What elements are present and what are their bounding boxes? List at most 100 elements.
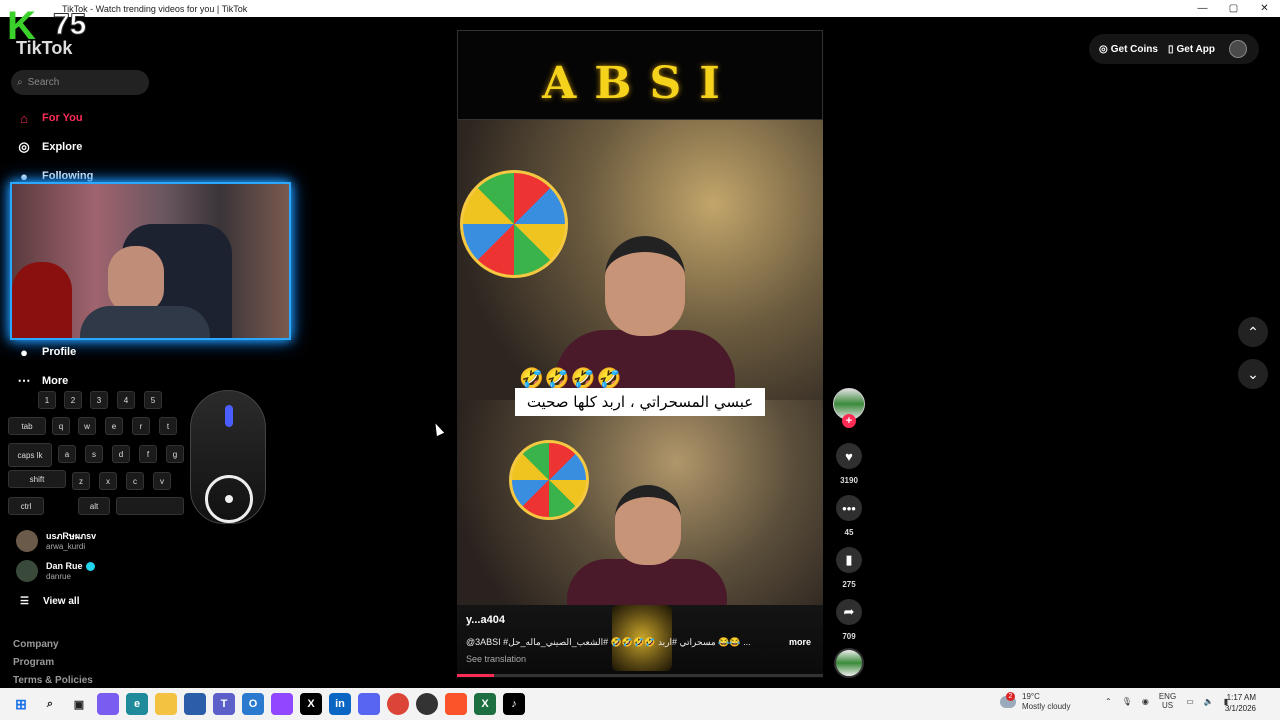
next-video-button[interactable]: ⌄ [1238, 359, 1268, 389]
key-a: a [58, 445, 76, 463]
key-q: q [52, 417, 70, 435]
comment-button[interactable]: ••• [836, 495, 862, 521]
nav-profile[interactable]: ● Profile [15, 343, 76, 361]
video-progress-bar[interactable] [457, 674, 823, 677]
location-icon[interactable]: ◉ [1142, 697, 1149, 706]
file-explorer-icon[interactable] [155, 693, 177, 715]
comment-icon: ••• [842, 500, 856, 516]
stream-logo-number: 75 [52, 8, 87, 42]
key-v: v [153, 472, 171, 490]
get-coins-label: Get Coins [1110, 43, 1158, 55]
tiktok-logo[interactable]: TikTok [16, 38, 72, 59]
like-count: 3190 [840, 476, 858, 485]
taskbar-clock[interactable]: 1:17 AM 3/1/2026 [1225, 692, 1256, 714]
nav-more[interactable]: ⋯ More [15, 372, 69, 390]
more-button[interactable]: more [789, 637, 811, 647]
avatar [16, 530, 38, 552]
footer-terms-link[interactable]: Terms & Policies [13, 675, 93, 686]
start-menu-icon[interactable]: ⊞ [10, 693, 32, 715]
chevron-up-icon: ⌃ [1247, 323, 1259, 340]
edge-icon[interactable]: e [126, 693, 148, 715]
save-button[interactable]: ▮ [836, 547, 862, 573]
maximize-button[interactable]: ▢ [1218, 0, 1249, 17]
excel-icon[interactable]: X [474, 693, 496, 715]
x-icon[interactable]: X [300, 693, 322, 715]
view-all-link[interactable]: ☰ View all [20, 596, 79, 607]
task-view-icon[interactable]: ▣ [68, 693, 90, 715]
browser-titlebar: TikTok - Watch trending videos for you |… [0, 0, 1280, 17]
twitch-icon[interactable] [271, 693, 293, 715]
list-icon: ☰ [20, 596, 29, 607]
share-button[interactable]: ➦ [836, 599, 862, 625]
language-code: ENG [1158, 692, 1177, 701]
share-count: 709 [842, 632, 856, 641]
view-all-label: View all [42, 596, 80, 607]
key-z: z [72, 472, 90, 490]
nav-for-you[interactable]: ⌂ For You [15, 109, 82, 127]
teams-icon[interactable]: T [213, 693, 235, 715]
profile-avatar[interactable] [1229, 40, 1247, 58]
comment-count: 45 [844, 528, 854, 537]
brave-icon[interactable] [445, 693, 467, 715]
like-button[interactable]: ♥ [836, 443, 862, 469]
search-input[interactable]: ⌕ Search [11, 70, 149, 95]
outlook-icon[interactable]: O [242, 693, 264, 715]
see-translation-link[interactable]: See translation [466, 654, 526, 664]
region-code: US [1161, 701, 1174, 710]
search-icon[interactable]: ⌕ [39, 693, 61, 715]
clock-time: 1:17 AM [1226, 693, 1256, 702]
video-description: @3ABSI #مسحراتي #اربد 🤣🤣🤣🤣 #الشعب_الصيني… [466, 637, 751, 647]
linkedin-icon[interactable]: in [329, 693, 351, 715]
nav-explore[interactable]: ◎ Explore [15, 138, 82, 156]
following-account[interactable]: Dan Rue danrue [16, 560, 95, 582]
footer-program-link[interactable]: Program [13, 657, 54, 668]
minimize-button[interactable]: — [1187, 0, 1218, 17]
get-coins-button[interactable]: ◎ Get Coins [1099, 44, 1158, 55]
close-button[interactable]: ✕ [1249, 0, 1280, 17]
key-3: 3 [90, 391, 108, 409]
weather-widget[interactable]: 2 19°C Mostly cloudy [1000, 692, 1070, 712]
discord-icon[interactable] [358, 693, 380, 715]
prize-wheel-image [509, 440, 589, 520]
language-indicator[interactable]: ENG US [1159, 692, 1176, 710]
follow-button[interactable]: + [842, 414, 856, 428]
webcam-person-head [108, 246, 164, 312]
clock-date: 3/1/2026 [1224, 704, 1256, 713]
home-icon: ⌂ [20, 110, 28, 126]
chrome-icon[interactable] [387, 693, 409, 715]
cloud-icon: 2 [1000, 692, 1016, 708]
key-t: t [159, 417, 177, 435]
key-e: e [105, 417, 123, 435]
key-c: c [126, 472, 144, 490]
key-4: 4 [117, 391, 135, 409]
store-icon[interactable] [184, 693, 206, 715]
mouse-wheel [225, 405, 233, 427]
key-1: 1 [38, 391, 56, 409]
key-r: r [132, 417, 150, 435]
search-icon: ⌕ [17, 77, 23, 88]
mouse-dot [225, 495, 233, 503]
microphone-icon[interactable]: 🎙 [1122, 697, 1132, 706]
following-account[interactable]: usภRษผภsv arwa_kurdi [16, 530, 96, 552]
previous-video-button[interactable]: ⌃ [1238, 317, 1268, 347]
key-x: x [99, 472, 117, 490]
footer-company-link[interactable]: Company [13, 639, 59, 650]
copilot-icon[interactable] [97, 693, 119, 715]
avatar [16, 560, 38, 582]
share-icon: ➦ [843, 604, 855, 619]
volume-icon[interactable]: 🔈 [1204, 697, 1214, 706]
video-progress-fill [457, 674, 494, 677]
streamer-image [567, 485, 727, 619]
weather-badge: 2 [1006, 692, 1015, 701]
video-player[interactable]: ABSI 🤣🤣🤣🤣 عبسي المسحراتي ، اربد كلها صحي… [457, 30, 823, 678]
key-d: d [112, 445, 130, 463]
tiktok-app-icon[interactable]: ♪ [503, 693, 525, 715]
network-icon[interactable]: ▭ [1186, 697, 1194, 706]
more-icon: ⋯ [17, 373, 31, 388]
video-author[interactable]: y...a404 [466, 614, 505, 626]
get-app-button[interactable]: ▯ Get App [1168, 44, 1215, 55]
video-caption: عبسي المسحراتي ، اربد كلها صحيت [515, 388, 765, 416]
obs-icon[interactable] [416, 693, 438, 715]
chevron-up-icon[interactable]: ⌃ [1105, 697, 1112, 706]
music-disc[interactable] [834, 648, 864, 678]
